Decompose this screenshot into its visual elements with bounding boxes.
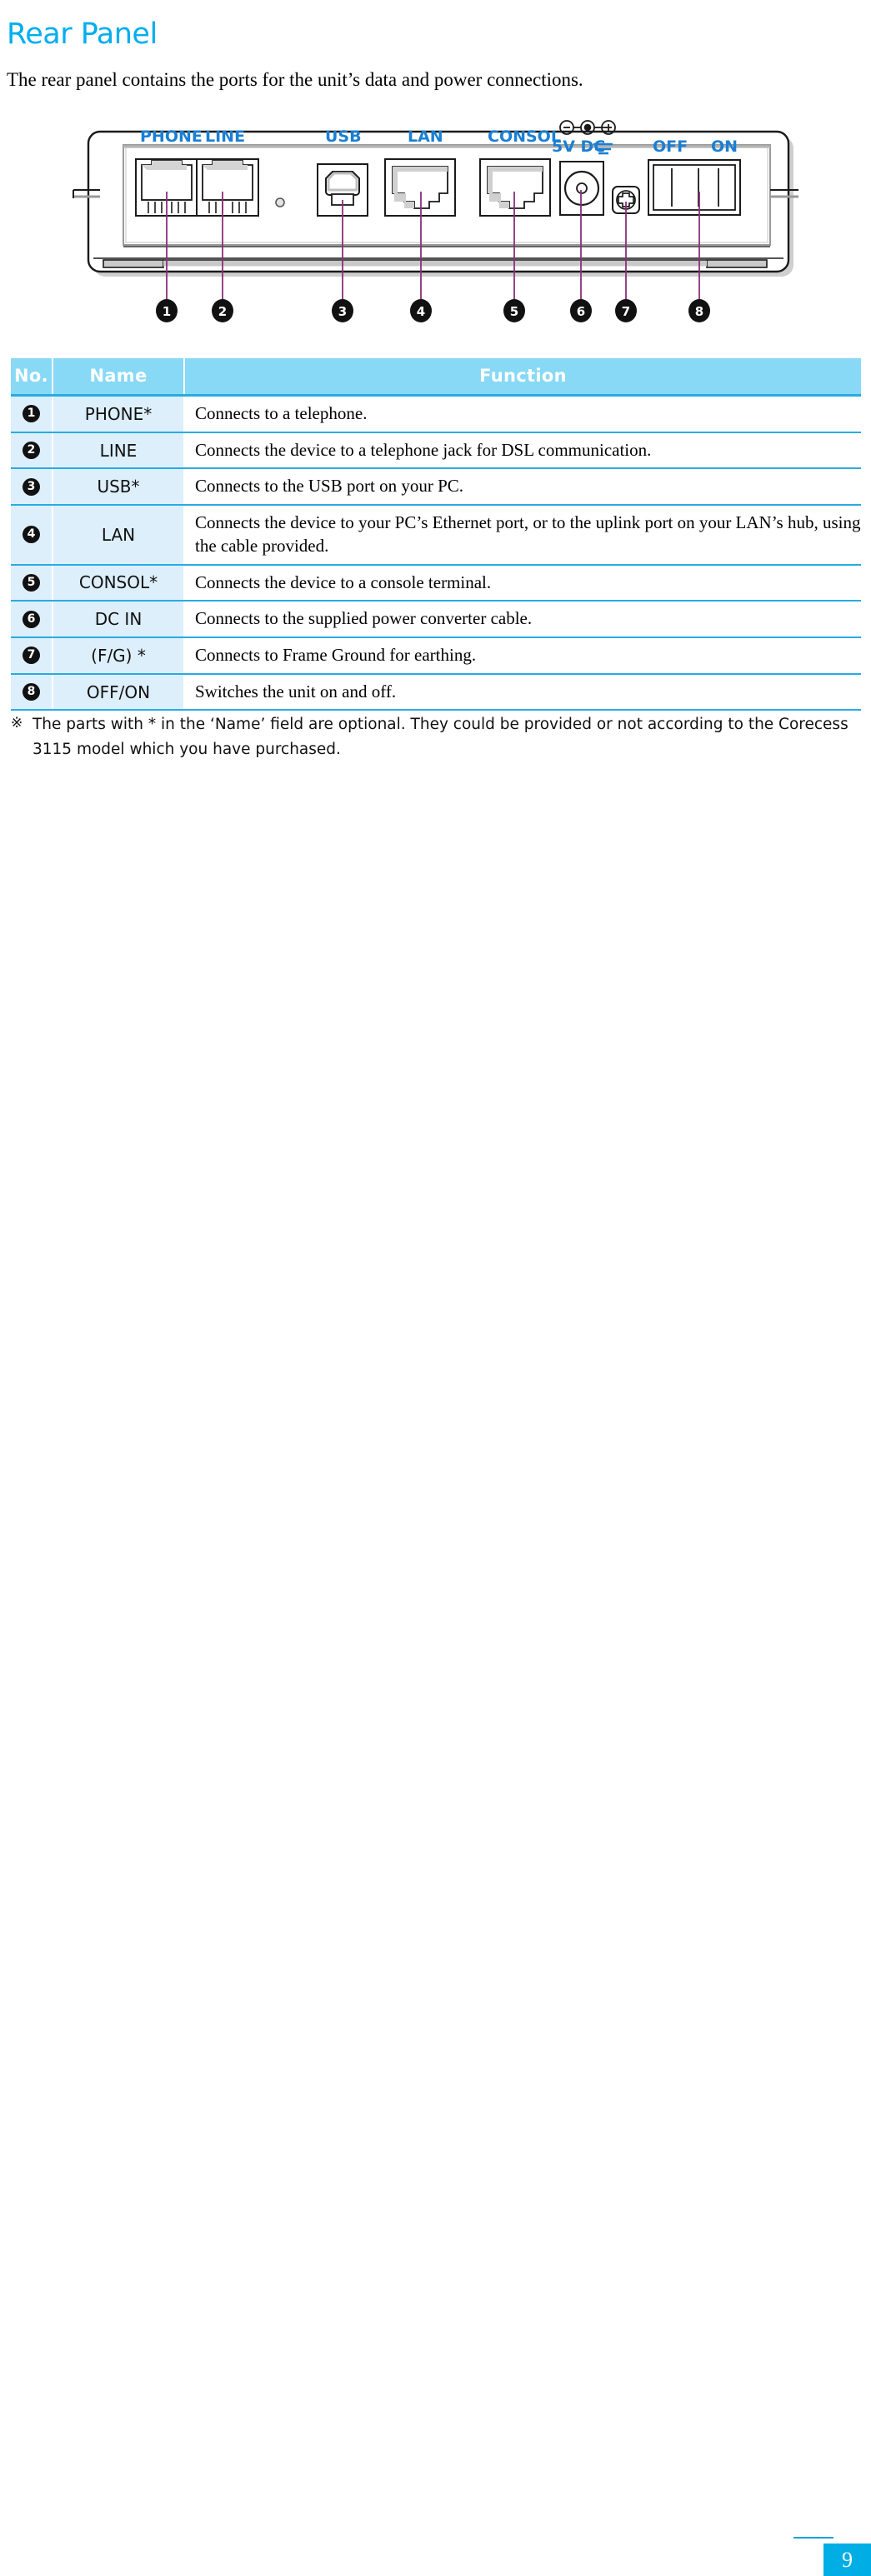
callout-badges: 1 2 3 4 5 6 7 8 xyxy=(156,299,710,322)
dc-in-port-icon xyxy=(559,161,604,216)
ports-table: No. Name Function 1 PHONE* Connects to a t… xyxy=(11,358,861,711)
callout-3: 3 xyxy=(332,299,353,322)
cell-no: 7 xyxy=(11,637,53,675)
table-header-row: No. Name Function xyxy=(11,358,861,396)
cell-name: OFF/ON xyxy=(53,673,185,711)
indicator-hole-icon xyxy=(275,197,285,207)
cell-name: LAN xyxy=(53,505,185,566)
rear-panel-diagram: PHONE LINE USB LAN CONSOL 5V DC OFF ON 1… xyxy=(0,100,871,333)
table-row: 5 CONSOL* Connects the device to a console… xyxy=(11,564,861,602)
callout-8: 8 xyxy=(688,299,710,322)
callout-7: 7 xyxy=(615,299,637,322)
row-number-badge: 5 xyxy=(23,573,40,592)
cell-name: (F/G) * xyxy=(53,637,185,675)
line-port-icon xyxy=(196,158,259,217)
callout-6: 6 xyxy=(570,299,592,322)
row-number-badge: 1 xyxy=(23,405,40,423)
cell-function: Connects the device to a console termina… xyxy=(184,564,861,602)
lan-port-icon xyxy=(384,158,456,217)
column-header-name: Name xyxy=(53,358,185,396)
table-row: 7 (F/G) * Connects to Frame Ground for ear… xyxy=(11,637,861,675)
footnote: ※ The parts with * in the ‘Name’ field a… xyxy=(11,712,863,762)
cell-no: 6 xyxy=(11,601,53,639)
port-label-off: OFF xyxy=(653,137,688,156)
cell-function: Switches the unit on and off. xyxy=(184,673,861,711)
callout-5: 5 xyxy=(503,299,525,322)
page-footer: 9 xyxy=(0,1271,871,2576)
table-row: 3 USB* Connects to the USB port on your PC… xyxy=(11,468,861,507)
row-number-badge: 4 xyxy=(23,526,40,544)
intro-paragraph: The rear panel contains the ports for th… xyxy=(7,69,583,90)
cell-function: Connects to a telephone. xyxy=(184,395,861,433)
port-label-line: LINE xyxy=(205,127,245,146)
consol-port-icon xyxy=(479,158,551,217)
cell-function: Connects to the supplied power converter… xyxy=(184,601,861,639)
page-number: 9 xyxy=(823,2544,871,2576)
svg-text:4: 4 xyxy=(417,304,425,319)
cell-function: Connects to the USB port on your PC. xyxy=(184,468,861,507)
cell-no: 5 xyxy=(11,564,53,602)
cell-name: DC IN xyxy=(53,601,185,639)
row-number-badge: 7 xyxy=(23,646,40,665)
cell-name: CONSOL* xyxy=(53,564,185,602)
table-row: 8 OFF/ON Switches the unit on and off. xyxy=(11,673,861,711)
cell-no: 1 xyxy=(11,395,53,433)
port-label-usb: USB xyxy=(325,127,362,146)
svg-text:3: 3 xyxy=(338,304,347,319)
power-switch-icon xyxy=(648,159,741,216)
table-row: 4 LAN Connects the device to your PC’s Eth… xyxy=(11,505,861,566)
callout-2: 2 xyxy=(212,299,233,322)
row-number-badge: 3 xyxy=(23,477,40,496)
table-row: 2 LINE Connects the device to a telephone … xyxy=(11,432,861,470)
table-row: 1 PHONE* Connects to a telephone. xyxy=(11,395,861,433)
page-title: Rear Panel xyxy=(7,17,158,52)
column-header-no: No. xyxy=(11,358,53,396)
port-label-lan: LAN xyxy=(408,127,443,146)
cell-no: 8 xyxy=(11,673,53,711)
table-row: 6 DC IN Connects to the supplied power con… xyxy=(11,601,861,639)
cell-no: 2 xyxy=(11,432,53,470)
footnote-mark-icon: ※ xyxy=(11,715,23,731)
callout-1: 1 xyxy=(156,299,178,322)
footer-rule xyxy=(793,2537,833,2539)
port-label-5vdc: 5V DC xyxy=(552,137,605,156)
svg-text:5: 5 xyxy=(510,304,518,319)
column-header-function: Function xyxy=(184,358,861,396)
svg-text:7: 7 xyxy=(622,304,630,319)
cell-name: LINE xyxy=(53,432,185,470)
row-number-badge: 6 xyxy=(23,610,40,628)
footnote-text: The parts with * in the ‘Name’ field are… xyxy=(33,716,848,758)
svg-text:6: 6 xyxy=(577,304,585,319)
port-label-on: ON xyxy=(711,137,738,156)
port-label-consol: CONSOL xyxy=(488,127,561,146)
cell-name: USB* xyxy=(53,468,185,507)
row-number-badge: 2 xyxy=(23,442,40,460)
row-number-badge: 8 xyxy=(23,683,40,701)
cell-no: 3 xyxy=(11,468,53,507)
callout-4: 4 xyxy=(410,299,432,322)
cell-name: PHONE* xyxy=(53,395,185,433)
cell-no: 4 xyxy=(11,505,53,566)
cell-function: Connects the device to a telephone jack … xyxy=(184,432,861,470)
svg-text:8: 8 xyxy=(695,304,703,319)
svg-text:2: 2 xyxy=(218,304,227,319)
port-label-phone: PHONE xyxy=(140,127,203,146)
cell-function: Connects to Frame Ground for earthing. xyxy=(184,637,861,675)
cell-function: Connects the device to your PC’s Etherne… xyxy=(184,505,861,566)
svg-text:1: 1 xyxy=(163,304,171,319)
